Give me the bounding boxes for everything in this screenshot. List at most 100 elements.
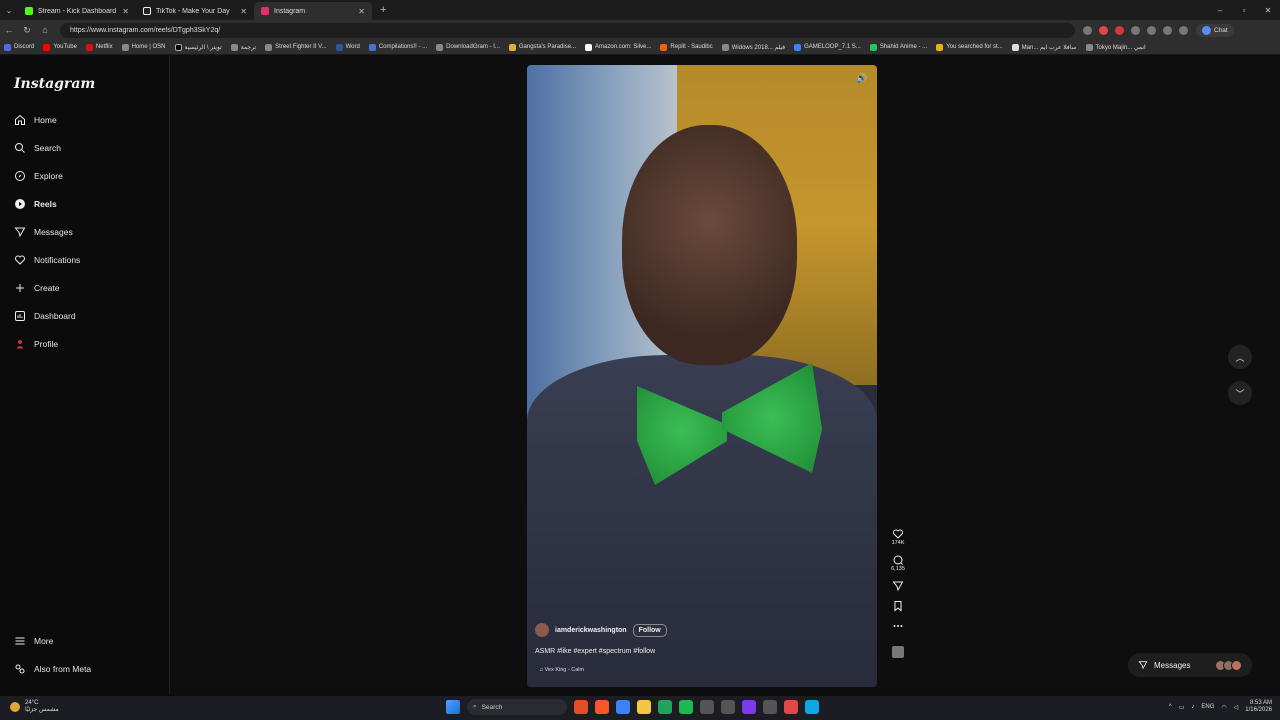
sidebar-item-create[interactable]: Create — [14, 282, 60, 294]
chrome-icon[interactable] — [574, 700, 588, 714]
reel-audio-track[interactable]: ♫ Vex King - Calm — [539, 667, 584, 673]
app-icon[interactable] — [784, 700, 798, 714]
bookmark-item[interactable]: YouTube — [43, 43, 77, 51]
audio-thumbnail[interactable] — [892, 646, 904, 658]
clock[interactable]: 8:53 AM 1/16/2026 — [1245, 700, 1272, 714]
bookmark-item[interactable]: Word — [335, 43, 360, 51]
bookmark-item[interactable]: Gangsta's Paradise... — [508, 43, 576, 51]
bookmark-item[interactable]: You searched for st... — [936, 43, 1003, 51]
close-icon[interactable]: ✕ — [240, 7, 247, 16]
extension-icon[interactable] — [1115, 25, 1124, 35]
app-icon[interactable] — [658, 700, 672, 714]
tab-instagram[interactable]: Instagram ✕ — [254, 2, 372, 20]
hamburger-menu-icon — [15, 637, 25, 645]
bookmark-item[interactable]: GAMELOOP_7.1 S... — [794, 43, 861, 51]
bookmark-item[interactable]: Widows 2018... فيلم — [721, 43, 785, 51]
sidebar-item-search[interactable]: Search — [14, 142, 61, 154]
tray-chevron-icon[interactable]: ^ — [1169, 704, 1172, 710]
bookmark-label: GAMELOOP_7.1 S... — [804, 44, 861, 50]
volume-icon[interactable]: ◁ — [1234, 704, 1239, 711]
star-icon[interactable] — [1083, 25, 1092, 35]
app-icon[interactable] — [763, 700, 777, 714]
app-icon[interactable] — [721, 700, 735, 714]
bookmark-icon — [508, 43, 516, 51]
new-tab-plus-icon[interactable]: + — [380, 4, 386, 16]
home-browser-icon[interactable]: ⌂ — [36, 25, 54, 35]
bookmark-item[interactable]: Amazon.com: Silve... — [585, 43, 652, 51]
instagram-page: Instagram Home Search Explore Reels Mess… — [0, 56, 1280, 694]
spotify-icon[interactable] — [679, 700, 693, 714]
sidebar-item-notifications[interactable]: Notifications — [14, 254, 80, 266]
bookmark-item[interactable]: Replit - Saudibc — [660, 43, 713, 51]
bookmark-label: Compilations!! - ... — [378, 44, 428, 50]
tab-menu-chevron-icon[interactable]: ⌄ — [0, 0, 18, 20]
follow-button[interactable]: Follow — [632, 623, 667, 637]
taskbar-search[interactable]: ⌕ Search — [467, 699, 567, 715]
chat-button[interactable]: Chat — [1196, 23, 1234, 37]
share-button[interactable] — [892, 580, 904, 592]
windows-start-icon[interactable] — [446, 700, 460, 714]
bookmark-item[interactable]: Man... سافلا عرب ايم — [1011, 43, 1077, 51]
reel-actions: 174K 6,135 — [886, 528, 910, 658]
bookmark-item[interactable]: DownloadGram - I... — [436, 43, 500, 51]
more-menu-icon[interactable] — [1179, 25, 1188, 35]
more-options-button[interactable] — [892, 620, 904, 632]
bookmark-item[interactable]: ترجمة — [230, 43, 256, 51]
sidebar-item-explore[interactable]: Explore — [14, 170, 63, 182]
weather-widget[interactable]: 24°C مشمس جزئيًا — [10, 700, 59, 714]
save-button[interactable] — [892, 600, 904, 612]
minimize-icon[interactable]: – — [1208, 0, 1232, 20]
app-icon[interactable] — [742, 700, 756, 714]
bookmark-item[interactable]: Netflix — [85, 43, 113, 51]
sidebar-item-dashboard[interactable]: Dashboard — [14, 310, 76, 322]
app-icon[interactable] — [700, 700, 714, 714]
plus-icon — [16, 284, 24, 292]
microphone-icon[interactable]: ♪ — [1191, 704, 1194, 710]
bookmark-item[interactable]: Tokyo Majin... انمي — [1085, 43, 1146, 51]
network-icon[interactable]: ▭ — [1179, 704, 1185, 711]
bookmark-item[interactable]: Shahid Anime - ... — [869, 43, 927, 51]
sidebar-item-profile[interactable]: Profile — [14, 338, 58, 350]
profile-avatar-icon[interactable] — [1163, 25, 1172, 35]
app-icon[interactable] — [616, 700, 630, 714]
sidebar-item-home[interactable]: Home — [14, 114, 57, 126]
reel-video-player[interactable]: 🔊 iamderickwashington Follow ASMR #like … — [527, 65, 877, 687]
reel-author-name[interactable]: iamderickwashington — [555, 627, 627, 634]
bookmark-item[interactable]: Compilations!! - ... — [368, 43, 428, 51]
file-explorer-icon[interactable] — [637, 700, 651, 714]
back-arrow-icon[interactable]: ← — [0, 25, 18, 35]
wifi-icon[interactable]: ◠ — [1221, 704, 1226, 711]
reload-icon[interactable]: ↻ — [18, 25, 36, 36]
maximize-icon[interactable]: ▫ — [1232, 0, 1256, 20]
tab-kick[interactable]: Stream - Kick Dashboard ✕ — [18, 2, 136, 20]
like-button[interactable]: 174K — [892, 528, 904, 546]
taskbar-apps: ⌕ Search — [446, 699, 819, 715]
bookmark-item[interactable]: Home | OSN — [121, 43, 166, 51]
close-icon[interactable]: ✕ — [122, 7, 129, 16]
audio-mute-icon[interactable]: 🔊 — [855, 73, 869, 87]
close-icon[interactable]: ✕ — [358, 7, 365, 16]
avatar[interactable] — [535, 623, 549, 637]
bookmark-item[interactable]: Street Fighter II V... — [265, 43, 327, 51]
brave-icon[interactable] — [595, 700, 609, 714]
sidebar-item-more[interactable]: More — [14, 635, 53, 647]
close-window-icon[interactable]: ✕ — [1256, 0, 1280, 20]
sidebar-item-reels[interactable]: Reels — [14, 198, 57, 210]
sidebar-item-messages[interactable]: Messages — [14, 226, 73, 238]
instagram-logo[interactable]: Instagram — [14, 76, 95, 92]
language-indicator[interactable]: ENG — [1201, 704, 1214, 710]
bookmark-label: Amazon.com: Silve... — [595, 44, 652, 50]
next-reel-button[interactable]: ﹀ — [1228, 381, 1252, 405]
previous-reel-button[interactable]: ︿ — [1228, 345, 1252, 369]
extension-icon[interactable] — [1099, 25, 1108, 35]
messages-pill[interactable]: Messages — [1128, 653, 1252, 677]
bookmark-item[interactable]: Discord — [4, 43, 34, 51]
tab-tiktok[interactable]: TikTok - Make Your Day ✕ — [136, 2, 254, 20]
url-input[interactable]: https://www.instagram.com/reels/DTgph3Sk… — [60, 22, 1075, 38]
sidebar-item-also-from-meta[interactable]: Also from Meta — [14, 663, 91, 675]
comment-button[interactable]: 6,135 — [891, 554, 905, 572]
extension-icon[interactable] — [1131, 25, 1140, 35]
bookmark-item[interactable]: تويتر \ الرئيسية — [174, 43, 222, 51]
extension-icon[interactable] — [1147, 25, 1156, 35]
edge-icon[interactable] — [805, 700, 819, 714]
